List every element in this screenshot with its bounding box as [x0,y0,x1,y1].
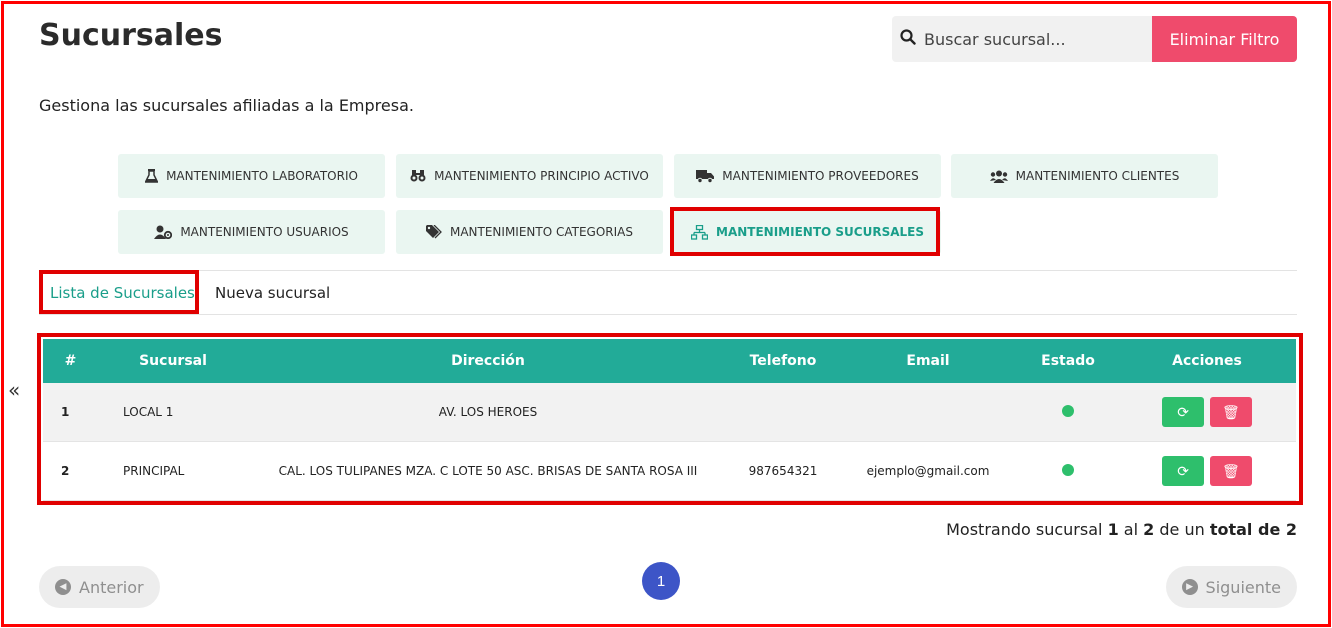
user-gear-icon [154,225,173,239]
summary-total: total de 2 [1209,520,1297,539]
pagination-summary: Mostrando sucursal 1 al 2 de un total de… [946,520,1297,539]
delete-button[interactable]: 🗑 [1209,397,1252,427]
search-box[interactable] [892,16,1152,62]
sitemap-icon [691,224,709,240]
column-header-acciones: Acciones [1118,339,1296,383]
module-clientes-button[interactable]: MANTENIMIENTO CLIENTES [951,154,1218,198]
row-number: 1 [43,383,98,442]
column-header-estado: Estado [1018,339,1118,383]
module-label: MANTENIMIENTO LABORATORIO [166,169,358,183]
table-header-row: # Sucursal Dirección Telefono Email Esta… [43,339,1296,383]
module-principio-activo-button[interactable]: MANTENIMIENTO PRINCIPIO ACTIVO [396,154,663,198]
search-icon [892,29,916,49]
module-label: MANTENIMIENTO PRINCIPIO ACTIVO [434,169,649,183]
tab-nueva-sucursal[interactable]: Nueva sucursal [215,284,330,302]
module-label: MANTENIMIENTO CLIENTES [1015,169,1180,183]
module-proveedores-button[interactable]: MANTENIMIENTO PROVEEDORES [674,154,941,198]
page-subtitle: Gestiona las sucursales afiliadas a la E… [39,96,414,115]
column-header-sucursal: Sucursal [98,339,248,383]
column-header-telefono: Telefono [728,339,838,383]
module-label: MANTENIMIENTO PROVEEDORES [722,169,919,183]
module-laboratorio-button[interactable]: MANTENIMIENTO LABORATORIO [118,154,385,198]
arrow-left-icon: ◀ [55,579,71,595]
branch-phone: 987654321 [728,441,838,501]
trash-icon: 🗑 [1222,403,1240,420]
actions-cell: ⟳ 🗑 [1118,383,1296,442]
branch-address: AV. LOS HEROES [248,383,728,442]
clear-filter-button[interactable]: Eliminar Filtro [1152,16,1297,62]
refresh-icon: ⟳ [1177,462,1189,479]
edit-button[interactable]: ⟳ [1162,397,1205,427]
refresh-icon: ⟳ [1177,403,1189,420]
status-cell [1018,441,1118,501]
branch-name: LOCAL 1 [98,383,248,442]
trash-icon: 🗑 [1222,462,1240,479]
page-title: Sucursales [39,18,223,53]
column-header-number: # [43,339,98,383]
binoculars-icon [410,170,426,182]
table-row: 2 PRINCIPAL CAL. LOS TULIPANES MZA. C LO… [43,441,1296,501]
users-icon [989,170,1008,183]
summary-to: 2 [1143,520,1155,539]
summary-from: 1 [1107,520,1119,539]
status-active-icon [1062,404,1074,417]
summary-of: de un [1159,520,1205,539]
status-cell [1018,383,1118,442]
branch-email [838,383,1018,442]
previous-label: Anterior [79,577,144,597]
table-row: 1 LOCAL 1 AV. LOS HEROES ⟳ 🗑 [43,383,1296,442]
next-label: Siguiente [1205,577,1281,597]
next-page-button[interactable]: ▶ Siguiente [1165,566,1297,608]
delete-button[interactable]: 🗑 [1209,456,1252,486]
branch-phone [728,383,838,442]
edit-button[interactable]: ⟳ [1162,456,1205,486]
column-header-email: Email [838,339,1018,383]
arrow-right-icon: ▶ [1181,579,1198,595]
module-categorias-button[interactable]: MANTENIMIENTO CATEGORIAS [396,210,663,254]
module-label: MANTENIMIENTO USUARIOS [180,225,349,239]
tab-lista-sucursales[interactable]: Lista de Sucursales [50,284,195,302]
module-sucursales-button[interactable]: MANTENIMIENTO SUCURSALES [674,210,941,254]
branches-table: # Sucursal Dirección Telefono Email Esta… [43,339,1296,501]
summary-prefix: Mostrando sucursal [946,520,1103,539]
sidebar-collapse-toggle[interactable]: « [8,378,20,402]
actions-cell: ⟳ 🗑 [1118,441,1296,501]
divider [39,270,1297,271]
search-input[interactable] [922,28,1146,50]
tags-icon [425,225,442,239]
branch-name: PRINCIPAL [98,441,248,501]
summary-mid: al [1123,520,1139,539]
branch-email: ejemplo@gmail.com [838,441,1018,501]
module-label: MANTENIMIENTO CATEGORIAS [449,225,634,239]
divider [39,314,1297,315]
module-usuarios-button[interactable]: MANTENIMIENTO USUARIOS [118,210,385,254]
flask-icon [145,169,159,183]
row-number: 2 [43,441,98,501]
page-1-button[interactable]: 1 [642,562,680,600]
status-active-icon [1062,463,1074,476]
module-label: MANTENIMIENTO SUCURSALES [716,225,924,239]
column-header-direccion: Dirección [248,339,728,383]
branch-address: CAL. LOS TULIPANES MZA. C LOTE 50 ASC. B… [248,441,728,501]
previous-page-button[interactable]: ◀ Anterior [39,566,160,608]
truck-icon [696,169,715,183]
